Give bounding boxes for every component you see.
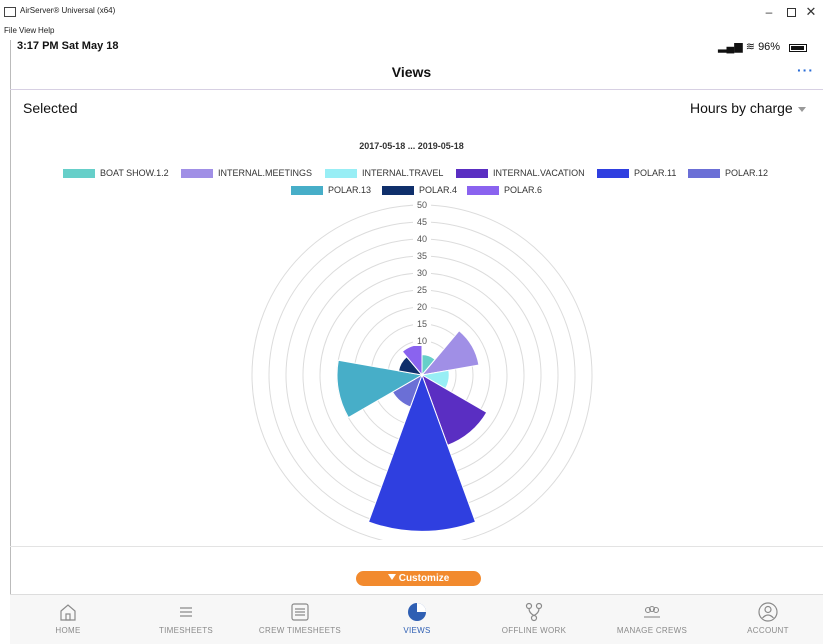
tab-label: ACCOUNT [747,626,789,635]
legend-swatch [456,169,488,178]
tab-label: TIMESHEETS [158,626,214,635]
legend-swatch [63,169,95,178]
legend-label: BOAT SHOW.1.2 [100,168,169,178]
dropdown-value: Hours by charge [690,100,793,116]
chevron-down-icon [797,106,806,112]
polar-area-chart: 10 15 20 25 30 35 40 45 50 [251,200,593,540]
legend-label: INTERNAL.TRAVEL [362,168,444,178]
battery-icon [789,44,807,52]
page-title: Views [391,64,432,80]
customize-button[interactable]: Customize [356,571,481,586]
home-icon [60,604,76,621]
menu-view[interactable]: View [19,26,36,35]
divider [10,546,823,547]
app-icon [4,7,16,17]
tick-label: 35 [417,251,427,261]
tick-label: 30 [417,268,427,278]
tab-crew-timesheets[interactable]: CREW TIMESHEETS [245,597,355,641]
tab-label: HOME [55,626,81,635]
window-title: AirServer® Universal (x64) [20,6,116,15]
legend-swatch [597,169,629,178]
list-icon [180,607,192,617]
tab-home[interactable]: HOME [13,597,123,641]
customize-label: Customize [398,573,450,584]
menu-file[interactable]: File [4,26,17,35]
tab-offline-work[interactable]: OFFLINE WORK [479,597,589,641]
tick-label: 45 [417,217,427,227]
tab-label: CREW TIMESHEETS [258,626,342,635]
selected-label: Selected [23,100,78,116]
date-range-label: 2017-05-18 ... 2019-05-18 [359,141,464,151]
close-button[interactable]: ✕ [802,2,820,22]
minimize-button[interactable]: – [759,2,779,22]
tab-label: OFFLINE WORK [501,626,567,635]
legend-label: INTERNAL.MEETINGS [218,168,313,178]
tick-label: 20 [417,302,427,312]
tab-manage-crews[interactable]: MANAGE CREWS [597,597,707,641]
tick-label: 25 [417,285,427,295]
crew-timesheets-icon [291,603,309,621]
user-icon [758,602,778,622]
menu-bar: File View Help [0,24,823,38]
legend-label: POLAR.11 [634,168,677,178]
tab-label: MANAGE CREWS [616,626,688,635]
divider [10,89,823,90]
tick-label: 40 [417,234,427,244]
legend-swatch [325,169,357,178]
network-icon [525,602,543,622]
tick-label: 10 [417,336,427,346]
filter-icon [387,574,396,581]
pie-chart-icon [408,603,426,621]
tab-account[interactable]: ACCOUNT [713,597,823,641]
tab-bar: HOME TIMESHEETS CREW TIMESHEETS VIEWS OF… [10,594,823,644]
maximize-button[interactable] [785,2,799,22]
signal-icon: ▂▄▆ [718,41,743,53]
tab-label: VIEWS [403,626,431,635]
tick-label: 50 [417,200,427,210]
legend-swatch [467,186,499,195]
status-time: 3:17 PM Sat May 18 [17,40,119,52]
tick-label: 15 [417,319,427,329]
legend-label: INTERNAL.VACATION [493,168,585,178]
window-titlebar [0,0,823,24]
legend-label: POLAR.12 [725,168,769,178]
status-icons: ▂▄▆ ≋ 96% [718,40,780,53]
hours-by-charge-dropdown[interactable]: Hours by charge [690,100,806,116]
legend-swatch [181,169,213,178]
legend-swatch [291,186,323,195]
legend-swatch [688,169,720,178]
tab-views[interactable]: VIEWS [362,597,472,641]
tab-timesheets[interactable]: TIMESHEETS [131,597,241,641]
battery-percent: 96% [758,41,781,53]
people-icon [644,605,660,618]
more-menu-button[interactable]: ··· [797,62,814,78]
wifi-icon: ≋ [745,41,755,53]
legend-swatch [382,186,414,195]
menu-help[interactable]: Help [38,26,54,35]
